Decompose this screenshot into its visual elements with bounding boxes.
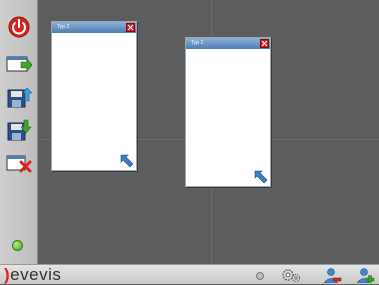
status-indicator-icon [12, 240, 23, 251]
panel-header[interactable]: Typ 1 [186, 38, 270, 49]
logo: )evevis [4, 265, 62, 284]
user-remove-icon[interactable] [322, 267, 342, 283]
indicator-icon [256, 272, 264, 280]
load-layout-icon[interactable] [6, 84, 32, 110]
resize-handle-icon[interactable] [120, 154, 134, 168]
bottom-bar: )evevis [0, 264, 379, 284]
add-panel-icon[interactable] [6, 52, 32, 78]
resize-handle-icon[interactable] [254, 170, 268, 184]
panel-typ-2[interactable]: Typ 2 [51, 21, 137, 171]
save-layout-icon[interactable] [6, 117, 32, 143]
close-icon[interactable] [126, 23, 135, 32]
delete-panel-icon[interactable] [6, 151, 32, 177]
left-toolbar [0, 0, 38, 264]
panel-typ-1[interactable]: Typ 1 [185, 37, 271, 187]
settings-icon[interactable] [280, 267, 302, 283]
panel-header[interactable]: Typ 2 [52, 22, 136, 33]
power-icon[interactable] [6, 13, 32, 39]
panel-title: Typ 1 [191, 40, 204, 46]
user-add-icon[interactable] [355, 267, 375, 283]
close-icon[interactable] [260, 39, 269, 48]
panel-title: Typ 2 [57, 24, 70, 30]
